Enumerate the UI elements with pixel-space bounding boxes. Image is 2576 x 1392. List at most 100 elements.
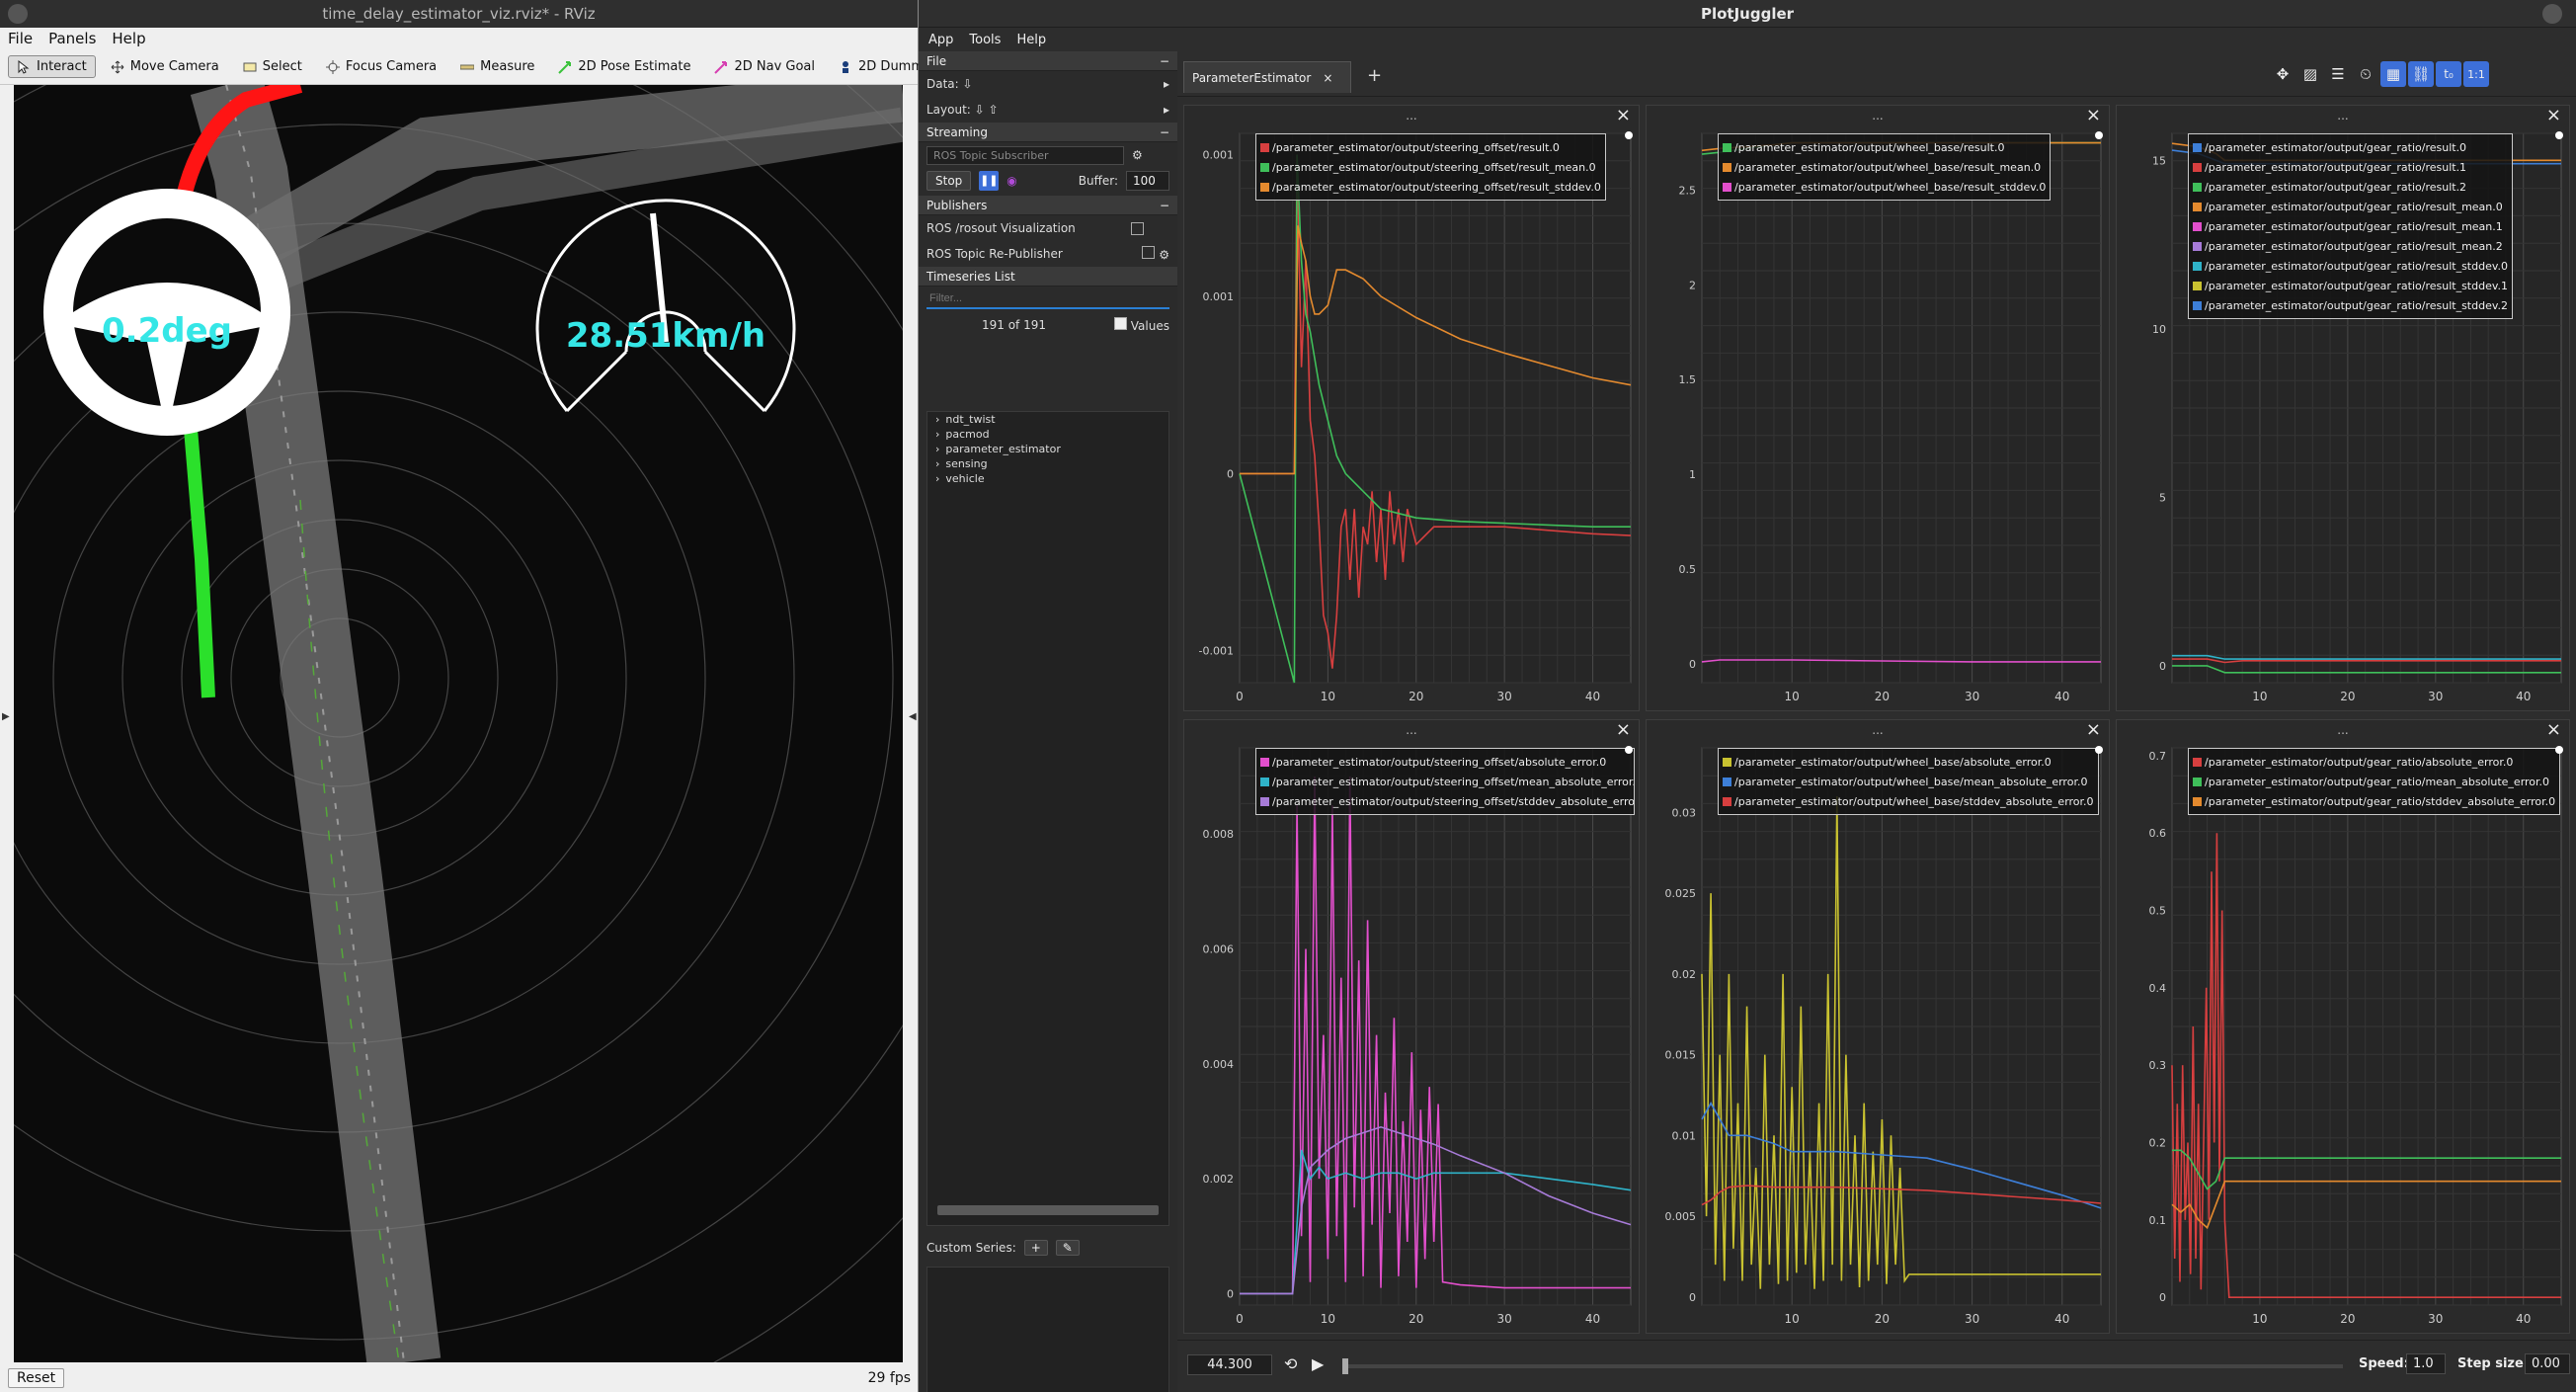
plot-panel-wheel-base-error[interactable]: ... × 10 20 30 40 0 0.005 0.01 0.015 0.02 0.025 0.… [1646, 719, 2110, 1334]
tree-item[interactable]: › sensing [927, 456, 1168, 471]
tool-focus-camera[interactable]: Focus Camera [317, 55, 445, 78]
expand-arrow-icon[interactable]: › [935, 413, 939, 426]
timeseries-section-header[interactable]: Timeseries List [919, 267, 1177, 287]
tool-measure[interactable]: Measure [451, 55, 543, 78]
close-window-icon[interactable] [8, 4, 28, 24]
menu-tools[interactable]: Tools [969, 33, 1001, 47]
panel-close-icon[interactable]: × [1616, 106, 1631, 125]
load-data-icon[interactable]: ⇩ [963, 77, 973, 91]
legend-item[interactable]: /parameter_estimator/output/gear_ratio/r… [2193, 157, 2508, 177]
plot-legend[interactable]: /parameter_estimator/output/gear_ratio/r… [2188, 133, 2513, 319]
panel-close-icon[interactable]: × [2086, 106, 2101, 125]
custom-series-list[interactable] [926, 1267, 1169, 1392]
menu-panels[interactable]: Panels [48, 30, 96, 47]
plot-panel-steering-offset-error[interactable]: ... × 0 10 20 30 40 0 0.002 0.004 0.006 0.008 /pa… [1183, 719, 1640, 1334]
ratio-1-1-icon[interactable]: 1:1 [2463, 61, 2489, 87]
buffer-input[interactable]: 100 [1126, 171, 1169, 191]
timer-icon[interactable]: ⏲ [2353, 61, 2378, 87]
filter-input[interactable] [926, 289, 1169, 309]
tool-select[interactable]: Select [234, 55, 311, 78]
legend-item[interactable]: /parameter_estimator/output/gear_ratio/r… [2193, 256, 2508, 276]
time-slider-handle[interactable] [1342, 1358, 1348, 1374]
tool-move-camera[interactable]: Move Camera [102, 55, 228, 78]
horizontal-scrollbar[interactable] [937, 1205, 1159, 1215]
legend-item[interactable]: /parameter_estimator/output/gear_ratio/r… [2193, 236, 2508, 256]
menu-file[interactable]: File [8, 30, 33, 47]
panel-close-icon[interactable]: × [2546, 720, 2561, 740]
grid-icon[interactable]: ▦ [2380, 61, 2406, 87]
plot-legend[interactable]: /parameter_estimator/output/steering_off… [1255, 748, 1635, 815]
legend-item[interactable]: /parameter_estimator/output/gear_ratio/r… [2193, 276, 2508, 295]
legend-item[interactable]: /parameter_estimator/output/gear_ratio/s… [2193, 791, 2555, 811]
publisher-checkbox[interactable] [1142, 246, 1156, 259]
panel-close-icon[interactable]: × [1616, 720, 1631, 740]
tree-item[interactable]: › vehicle [927, 471, 1168, 486]
legend-item[interactable]: /parameter_estimator/output/gear_ratio/r… [2193, 177, 2508, 197]
expand-arrow-icon[interactable]: › [935, 443, 939, 455]
legend-item[interactable]: /parameter_estimator/output/gear_ratio/r… [2193, 197, 2508, 216]
plot-panel-gear-ratio-error[interactable]: ... × 10 20 30 40 0 0.1 0.2 0.3 0.4 0.5 0.6 0.7 /pa… [2116, 719, 2570, 1334]
left-dock-handle-icon[interactable]: ▶ [2, 711, 10, 723]
tab-close-icon[interactable]: × [1323, 71, 1332, 85]
tool-interact[interactable]: Interact [8, 55, 96, 78]
streaming-source-select[interactable]: ROS Topic Subscriber [926, 145, 1124, 165]
time-zero-icon[interactable]: t₀ [2436, 61, 2461, 87]
edit-custom-series-icon[interactable]: ✎ [1055, 1240, 1080, 1256]
add-tab-button[interactable]: + [1367, 65, 1382, 86]
move-arrows-icon[interactable]: ✥ [2270, 61, 2295, 87]
legend-item[interactable]: /parameter_estimator/output/gear_ratio/r… [2193, 137, 2508, 157]
tool-2d-nav-goal[interactable]: 2D Nav Goal [705, 55, 824, 78]
plot-panel-wheel-base[interactable]: ... × 10 20 30 40 0 0.5 1 1.5 2 2.5 /parameter_es… [1646, 105, 2110, 711]
plot-panel-steering-offset[interactable]: ... × 0 10 20 30 40 -0.001 0 0.001 0.001 /parame… [1183, 105, 1640, 711]
legend-item[interactable]: /parameter_estimator/output/wheel_base/s… [1723, 791, 2094, 811]
legend-item[interactable]: /parameter_estimator/output/steering_off… [1260, 157, 1601, 177]
time-slider-track[interactable] [1342, 1358, 2343, 1374]
legend-item[interactable]: /parameter_estimator/output/gear_ratio/r… [2193, 295, 2508, 315]
tab-parameter-estimator[interactable]: ParameterEstimator × [1183, 61, 1351, 93]
legend-item[interactable]: /parameter_estimator/output/wheel_base/a… [1723, 752, 2094, 772]
speed-input[interactable]: 1.0 [2406, 1353, 2446, 1374]
loop-icon[interactable]: ⟲ [1284, 1354, 1297, 1373]
legend-item[interactable]: /parameter_estimator/output/wheel_base/r… [1723, 137, 2046, 157]
plot-legend[interactable]: /parameter_estimator/output/wheel_base/a… [1718, 748, 2099, 815]
pause-icon[interactable]: ❚❚ [979, 171, 1000, 191]
expand-arrow-icon[interactable]: › [935, 472, 939, 485]
tracker-dot-icon[interactable] [2095, 746, 2103, 754]
tracker-dot-icon[interactable] [2555, 746, 2563, 754]
legend-item[interactable]: /parameter_estimator/output/gear_ratio/m… [2193, 772, 2555, 791]
link-icon[interactable]: ⛓ [2408, 61, 2434, 87]
settings-gear-icon[interactable]: ⚙ [1159, 248, 1169, 262]
play-icon[interactable]: ▶ [1312, 1354, 1324, 1373]
legend-item[interactable]: /parameter_estimator/output/gear_ratio/a… [2193, 752, 2555, 772]
plot-panel-gear-ratio[interactable]: ... × 10 20 30 40 0 5 10 15 /parameter_estimato… [2116, 105, 2570, 711]
expand-arrow-icon[interactable]: › [935, 428, 939, 441]
legend-item[interactable]: /parameter_estimator/output/wheel_base/r… [1723, 157, 2046, 177]
streaming-section-header[interactable]: Streaming − [919, 123, 1177, 142]
menu-help-pj[interactable]: Help [1016, 33, 1046, 47]
timeseries-tree[interactable]: › ndt_twist › pacmod › parameter_estimator … [926, 411, 1169, 1226]
right-dock-handle-icon[interactable]: ◀ [909, 711, 917, 723]
legend-item[interactable]: /parameter_estimator/output/steering_off… [1260, 137, 1601, 157]
tracker-dot-icon[interactable] [1625, 131, 1633, 139]
values-checkbox[interactable] [1113, 317, 1127, 330]
legend-item[interactable]: /parameter_estimator/output/steering_off… [1260, 791, 1634, 811]
tracker-dot-icon[interactable] [2095, 131, 2103, 139]
legend-icon[interactable]: ☰ [2325, 61, 2351, 87]
publishers-section-header[interactable]: Publishers − [919, 196, 1177, 215]
tree-item[interactable]: › parameter_estimator [927, 442, 1168, 456]
layout-menu-arrow-icon[interactable]: ▸ [1164, 103, 1169, 117]
load-layout-icon[interactable]: ⇩ [975, 103, 985, 117]
tree-item[interactable]: › ndt_twist [927, 412, 1168, 427]
3d-viewport[interactable]: 0.2deg 28.51km/h [14, 85, 903, 1362]
tree-item[interactable]: › pacmod [927, 427, 1168, 442]
legend-item[interactable]: /parameter_estimator/output/gear_ratio/r… [2193, 216, 2508, 236]
menu-help[interactable]: Help [112, 30, 145, 47]
tool-2d-pose-estimate[interactable]: 2D Pose Estimate [549, 55, 699, 78]
expand-arrow-icon[interactable]: › [935, 457, 939, 470]
save-layout-icon[interactable]: ⇧ [989, 103, 999, 117]
file-section-header[interactable]: File − [919, 51, 1177, 71]
broadcast-icon[interactable]: ◉ [1006, 174, 1016, 188]
plot-legend[interactable]: /parameter_estimator/output/wheel_base/r… [1718, 133, 2052, 201]
menu-app[interactable]: App [928, 33, 953, 47]
window-control-icon[interactable] [2542, 4, 2562, 24]
